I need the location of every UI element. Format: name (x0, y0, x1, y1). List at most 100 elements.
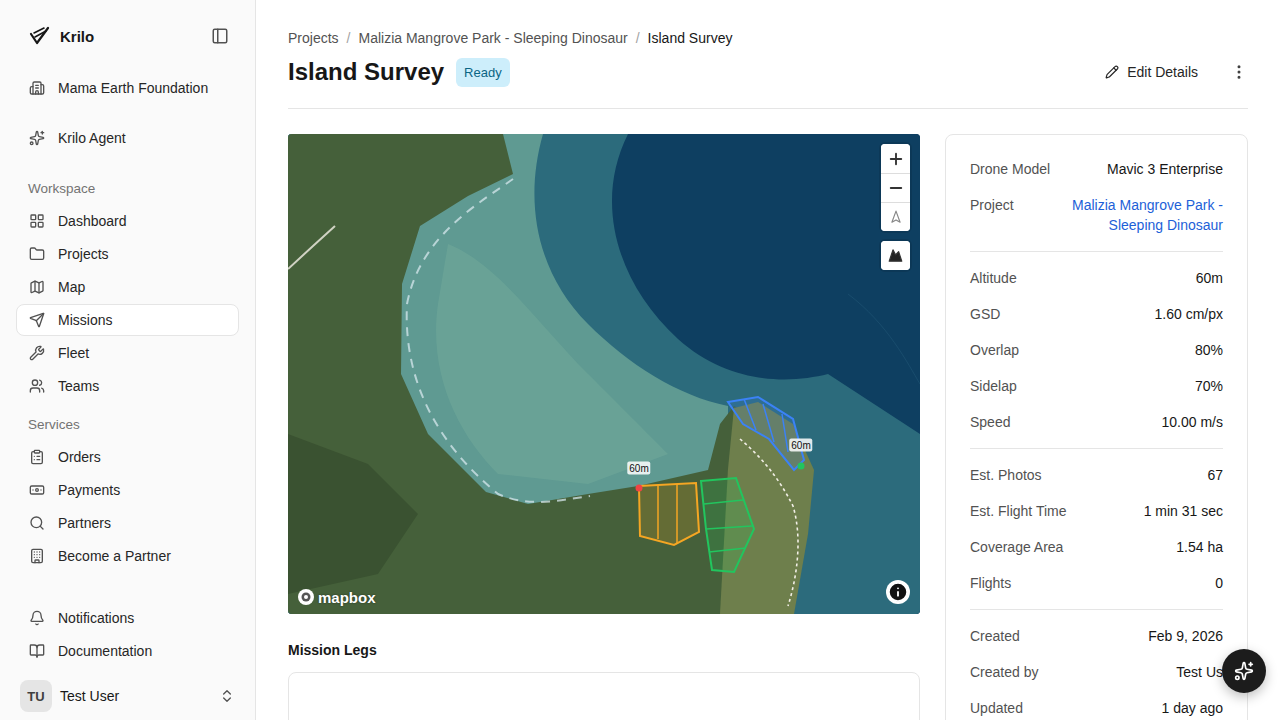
sidebar-footer-item[interactable]: Notifications (16, 602, 239, 634)
details-group: Created Feb 9, 2026 Created by Test Us Updat… (970, 609, 1223, 720)
detail-value: 1.60 cm/px (1155, 304, 1223, 324)
detail-row: Overlap80% (970, 340, 1223, 360)
mission-map[interactable]: 60m60mmapbox (288, 134, 920, 614)
detail-row: Updated1 day ago (970, 698, 1223, 718)
nav-icon (29, 449, 45, 465)
minus-icon (887, 179, 905, 197)
main-content: Projects/Malizia Mangrove Park - Sleepin… (256, 0, 1280, 720)
more-vertical-icon (1230, 63, 1248, 81)
footer-icon (29, 643, 45, 659)
sidebar-item[interactable]: Partners (16, 507, 239, 539)
sidebar-item[interactable]: Map (16, 271, 239, 303)
map-info-button[interactable] (886, 580, 910, 604)
terrain-button[interactable] (881, 241, 910, 270)
sidebar-item[interactable]: Dashboard (16, 205, 239, 237)
collapse-sidebar-icon[interactable] (211, 27, 229, 45)
detail-row: Created Feb 9, 2026 (970, 626, 1223, 646)
project-link[interactable]: Malizia Mangrove Park - Sleeping Dinosau… (1063, 195, 1223, 235)
detail-label: Created by (970, 662, 1038, 682)
detail-row: Speed10.00 m/s (970, 412, 1223, 432)
agent-link[interactable]: Krilo Agent (16, 122, 239, 154)
brand-row: Krilo (16, 20, 239, 52)
mission-legs-card (288, 672, 920, 720)
detail-label: Flights (970, 573, 1011, 593)
compass-button[interactable] (881, 202, 910, 231)
nav-icon (29, 345, 45, 361)
detail-row: Project Malizia Mangrove Park - Sleeping … (970, 195, 1223, 235)
mountain-icon (888, 248, 903, 263)
nav-icon (29, 246, 45, 262)
mission-leg[interactable] (636, 483, 700, 545)
detail-label: Project (970, 195, 1014, 215)
detail-label: Sidelap (970, 376, 1017, 396)
mapbox-attribution[interactable]: mapbox (297, 588, 376, 606)
detail-row: Coverage Area1.54 ha (970, 537, 1223, 557)
detail-value: Test Us (1176, 662, 1223, 682)
detail-row: Est. Flight Time1 min 31 sec (970, 501, 1223, 521)
breadcrumb-item[interactable]: Malizia Mangrove Park - Sleeping Dinosau… (358, 30, 627, 46)
detail-row: Est. Photos 67 (970, 465, 1223, 485)
edit-details-button[interactable]: Edit Details (1101, 58, 1202, 86)
section-title: Services (16, 413, 239, 435)
nav-icon (29, 279, 45, 295)
sidebar-item[interactable]: Become a Partner (16, 540, 239, 572)
nav-icon (29, 515, 45, 531)
nav-icon (29, 548, 45, 564)
details-group: Drone ModelMavic 3 Enterprise Project Mali… (970, 135, 1223, 251)
detail-label: Created (970, 626, 1020, 646)
user-menu[interactable]: TUTest User (16, 672, 239, 720)
info-icon (887, 581, 909, 603)
user-avatar: TU (20, 680, 52, 712)
sidebar-item[interactable]: Fleet (16, 337, 239, 369)
zoom-out-button[interactable] (881, 173, 910, 202)
sidebar-item[interactable]: Projects (16, 238, 239, 270)
altitude-label: 60m (789, 439, 812, 452)
sidebar-item[interactable]: Payments (16, 474, 239, 506)
zoom-in-button[interactable] (881, 144, 910, 173)
details-group: Altitude60mGSD1.60 cm/pxOverlap80%Sidela… (970, 251, 1223, 448)
detail-value: 1.54 ha (1176, 537, 1223, 557)
detail-label: Est. Photos (970, 465, 1042, 485)
details-panel: Drone ModelMavic 3 Enterprise Project Mali… (945, 134, 1248, 720)
mapbox-logo-icon (297, 588, 315, 606)
more-button[interactable] (1230, 59, 1248, 85)
building-icon (29, 80, 45, 96)
chevrons-icon (219, 688, 235, 704)
agent-button[interactable] (1222, 649, 1266, 693)
brand[interactable]: Krilo (28, 25, 94, 47)
breadcrumb-item[interactable]: Projects (288, 30, 339, 46)
detail-label: Speed (970, 412, 1010, 432)
detail-row: Drone ModelMavic 3 Enterprise (970, 159, 1223, 179)
nav-icon (29, 378, 45, 394)
nav-icon (29, 213, 45, 229)
detail-value: 67 (1207, 465, 1223, 485)
detail-label: GSD (970, 304, 1000, 324)
detail-label: Est. Flight Time (970, 501, 1066, 521)
sidebar-item[interactable]: Teams (16, 370, 239, 402)
mission-leg[interactable] (728, 397, 805, 470)
plus-icon (887, 150, 905, 168)
nav-icon (29, 312, 45, 328)
sparkles-icon (1234, 661, 1254, 681)
org-switcher[interactable]: Mama Earth Foundation (16, 72, 239, 104)
sidebar: Krilo Mama Earth Foundation Krilo Agent Wor… (0, 0, 256, 720)
page-header: Island Survey Ready Edit Details (288, 54, 1248, 109)
sidebar-footer-item[interactable]: Documentation (16, 635, 239, 667)
detail-label: Altitude (970, 268, 1017, 288)
detail-row: Created by Test Us (970, 662, 1223, 682)
breadcrumb-item[interactable]: Island Survey (648, 30, 733, 46)
detail-value: Feb 9, 2026 (1148, 626, 1223, 646)
zoom-controls (881, 144, 910, 231)
sidebar-item[interactable]: Orders (16, 441, 239, 473)
satellite-map-icon (288, 134, 920, 614)
krilo-logo-icon (28, 25, 50, 47)
sidebar-item[interactable]: Missions (16, 304, 239, 336)
breadcrumb: Projects/Malizia Mangrove Park - Sleepin… (288, 30, 1248, 46)
page-title: Island Survey (288, 54, 444, 90)
mission-leg[interactable] (701, 478, 754, 572)
compass-icon (889, 210, 903, 224)
mission-legs-heading: Mission Legs (288, 640, 920, 660)
sparkles-icon (29, 130, 45, 146)
nav-section: WorkspaceDashboardProjectsMapMissionsFle… (16, 177, 239, 403)
status-badge: Ready (456, 58, 510, 87)
